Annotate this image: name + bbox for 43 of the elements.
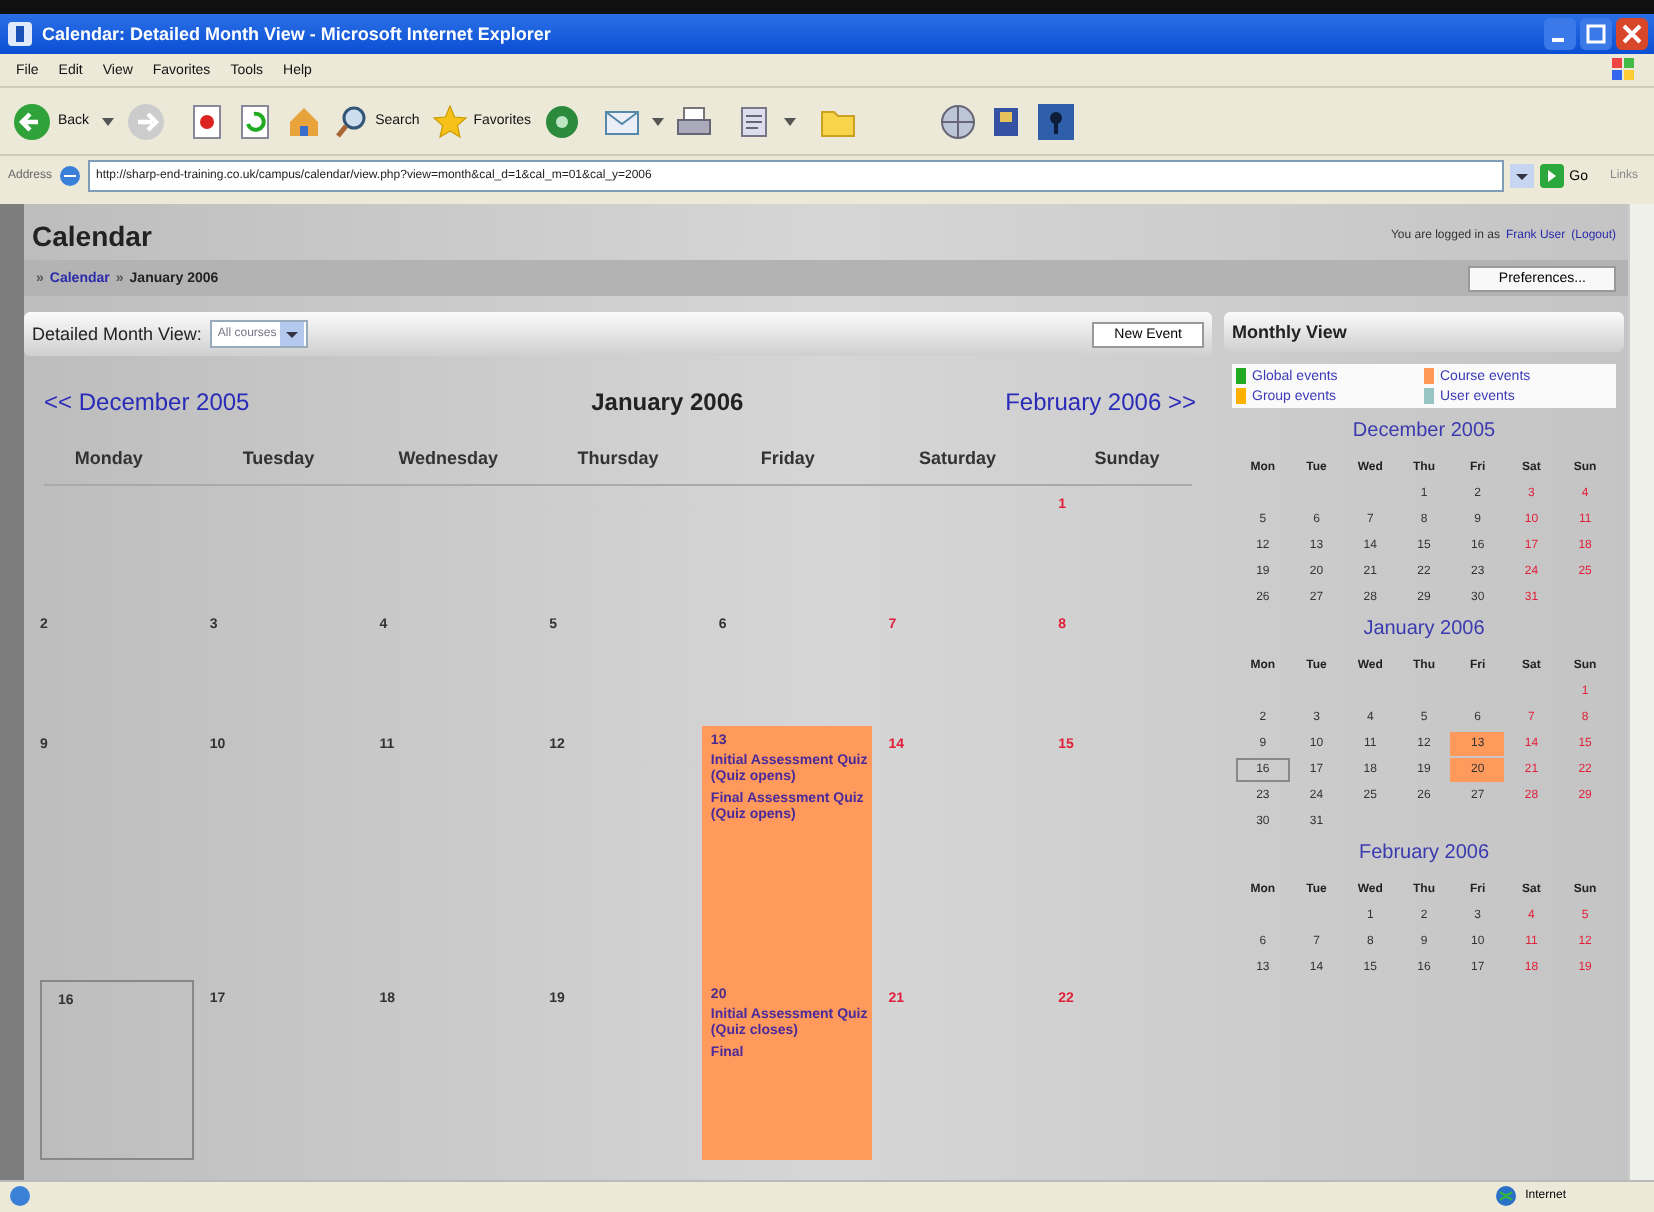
weekday-header: Wednesday [396,448,501,468]
weekday-header: Tuesday [240,448,317,468]
windows-logo-icon [1610,56,1638,84]
keyhole-icon[interactable] [1035,101,1076,141]
page-icon [8,1184,32,1208]
weekday-header: Friday [758,448,817,468]
document-icon[interactable] [735,103,772,139]
globe-icon[interactable] [939,103,976,139]
page-heading: Calendar [32,220,152,252]
browser-icon [6,20,34,48]
dropdown-icon [280,322,305,346]
home-icon[interactable] [285,103,322,139]
month-title: January 2006 [591,388,744,416]
caret-icon[interactable] [783,117,796,125]
globe-icon [1493,1184,1518,1208]
window-title: Calendar: Detailed Month View - Microsoft Internet Explorer [42,24,553,44]
go-icon [1539,164,1564,188]
dropdown-icon[interactable] [1509,164,1534,188]
mini-month-title[interactable]: December 2005 [1352,420,1496,442]
caret-icon[interactable] [651,117,664,125]
caret-icon[interactable] [101,117,114,125]
search-icon [333,103,370,139]
previous-month-link[interactable]: << December 2005 [44,388,250,416]
printer-icon[interactable] [675,103,712,139]
back-icon [12,101,52,141]
refresh-icon[interactable] [237,103,274,139]
mini-month-title[interactable]: January 2006 [1363,618,1485,640]
minimize-icon[interactable] [1544,18,1576,50]
weekday-header: Saturday [916,448,998,468]
weekday-header: Sunday [1092,448,1162,468]
scrollbar[interactable] [1628,204,1654,1180]
page-icon [58,164,83,188]
media-icon[interactable] [543,103,580,139]
view-label: Detailed Month View: [32,324,202,344]
weekday-header: Monday [72,448,145,468]
star-icon [431,103,468,139]
mini-month-title[interactable]: February 2006 [1358,842,1490,864]
maximize-icon[interactable] [1580,18,1612,50]
next-month-link[interactable]: February 2006 >> [1005,388,1196,416]
sidebar-title: Monthly View [1232,322,1347,342]
stop-icon[interactable] [189,103,226,139]
close-icon[interactable] [1616,18,1648,50]
weekday-header: Thursday [575,448,661,468]
